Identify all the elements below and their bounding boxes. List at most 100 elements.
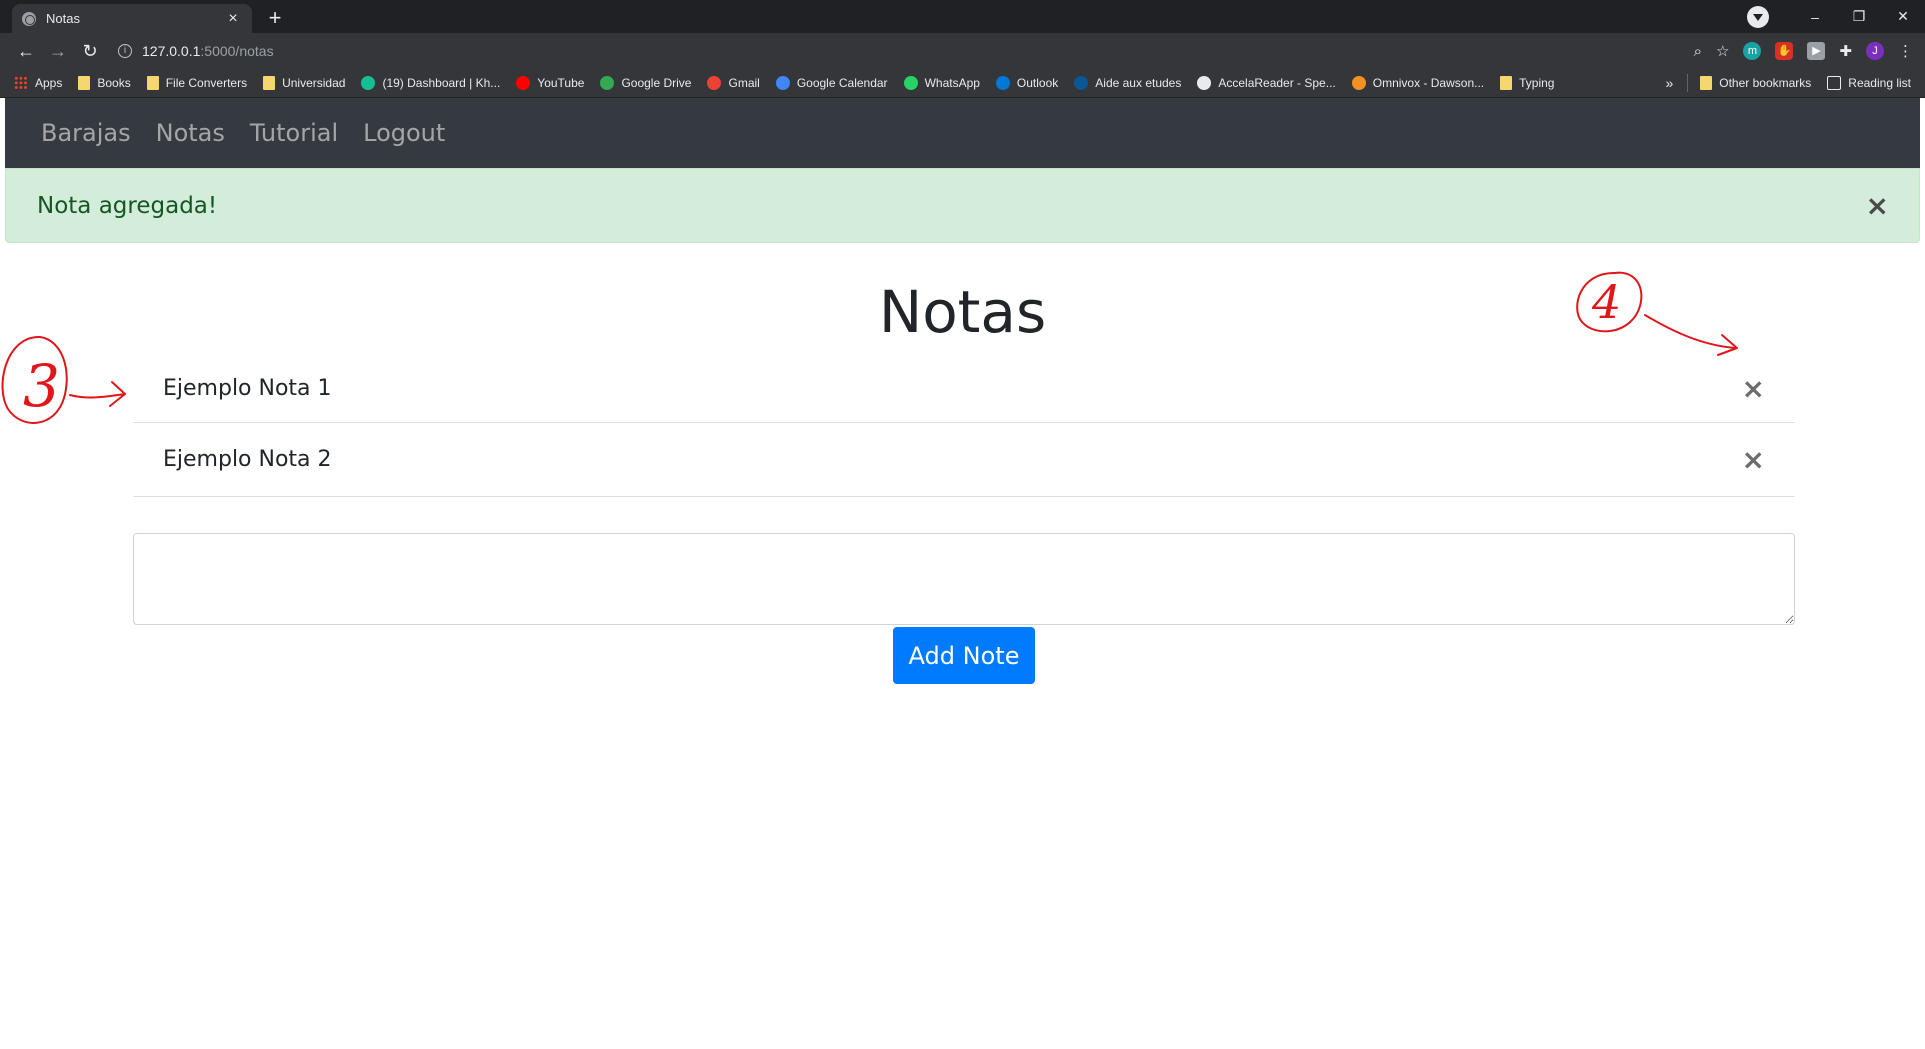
site-navbar: Barajas Notas Tutorial Logout <box>5 98 1920 168</box>
browser-tab[interactable]: Notas × <box>12 4 252 33</box>
bookmark-label: Outlook <box>1016 76 1059 90</box>
extensions-puzzle-icon[interactable]: ✚ <box>1839 42 1852 60</box>
drive-icon <box>600 76 615 90</box>
zoom-icon[interactable]: ⌕ <box>1694 43 1702 60</box>
menu-kebab-icon[interactable]: ⋮ <box>1898 42 1913 60</box>
bookmark-label: YouTube <box>537 76 585 90</box>
bookmark-item[interactable]: Apps <box>14 76 62 90</box>
tab-search-icon[interactable] <box>1747 5 1769 28</box>
bookmark-label: Books <box>97 76 131 90</box>
reading-list-label: Reading list <box>1848 76 1911 90</box>
note-item: Ejemplo Nota 1 × <box>133 355 1795 423</box>
whatsapp-icon <box>903 76 918 90</box>
bookmark-label: Typing <box>1519 76 1555 90</box>
url-host: 127.0.0.1 <box>142 43 201 59</box>
window-close-button[interactable]: ✕ <box>1881 8 1925 25</box>
add-note-button[interactable]: Add Note <box>893 627 1035 684</box>
khan-icon <box>361 76 376 90</box>
bookmark-label: AccelaReader - Spe... <box>1218 76 1336 90</box>
toolbar-actions: ⌕ ☆ m ✋ ▶ ✚ J ⋮ <box>1694 42 1913 60</box>
outlook-icon <box>995 76 1010 90</box>
bookmark-item[interactable]: Aide aux etudes <box>1074 76 1181 90</box>
window-controls: – ❐ ✕ <box>1747 0 1925 33</box>
page-viewport: Barajas Notas Tutorial Logout Nota agreg… <box>0 98 1925 1049</box>
browser-toolbar: ← → ↻ i 127.0.0.1 :5000/notas ⌕ ☆ m ✋ ▶ … <box>0 33 1925 69</box>
accelareader-icon <box>1197 76 1212 90</box>
delete-note-icon[interactable]: × <box>1742 374 1765 403</box>
delete-note-icon[interactable]: × <box>1742 445 1765 474</box>
folder-icon <box>78 76 91 90</box>
back-icon[interactable]: ← <box>12 41 40 62</box>
bookmark-label: Google Calendar <box>796 76 888 90</box>
bookmark-item[interactable]: Typing <box>1500 76 1554 90</box>
folder-icon <box>263 76 276 90</box>
bookmark-item[interactable]: Universidad <box>263 76 345 90</box>
profile-avatar[interactable]: J <box>1866 42 1884 60</box>
omnivox-icon <box>1351 76 1366 90</box>
bookmark-label: Gmail <box>728 76 760 90</box>
bookmark-item[interactable]: WhatsApp <box>903 76 980 90</box>
restore-button[interactable]: ❐ <box>1837 8 1881 25</box>
calendar-icon <box>775 76 790 90</box>
bookmark-label: (19) Dashboard | Kh... <box>382 76 501 90</box>
nav-link-notas[interactable]: Notas <box>156 119 225 147</box>
tab-title: Notas <box>46 11 80 26</box>
bookmark-item[interactable]: YouTube <box>516 76 584 90</box>
note-text: Ejemplo Nota 2 <box>163 447 332 472</box>
annotation-circle-3 <box>1 335 68 424</box>
extension-hand-icon[interactable]: ✋ <box>1775 42 1794 60</box>
note-text: Ejemplo Nota 1 <box>163 376 332 401</box>
bookmark-item[interactable]: Google Drive <box>600 76 691 90</box>
apps-grid-icon <box>14 76 28 90</box>
reading-list-button[interactable]: Reading list <box>1827 76 1911 90</box>
nav-link-barajas[interactable]: Barajas <box>41 119 131 147</box>
reload-icon[interactable]: ↻ <box>76 41 104 62</box>
tab-close-icon[interactable]: × <box>224 10 242 28</box>
annotation-number-3: 3 <box>23 352 60 420</box>
bookmark-star-icon[interactable]: ☆ <box>1716 42 1729 60</box>
globe-icon <box>22 11 36 26</box>
bookmark-label: Universidad <box>282 76 346 90</box>
url-path: :5000/notas <box>200 43 274 59</box>
note-form: Add Note <box>133 533 1795 684</box>
browser-tabstrip: Notas × + – ❐ ✕ <box>0 0 1925 33</box>
forward-icon[interactable]: → <box>44 41 72 62</box>
bookmark-label: File Converters <box>165 76 248 90</box>
bookmark-item[interactable]: (19) Dashboard | Kh... <box>361 76 500 90</box>
folder-icon <box>1700 76 1713 90</box>
bookmark-item[interactable]: Google Calendar <box>775 76 888 90</box>
site-info-icon[interactable]: i <box>118 44 132 58</box>
bookmark-item[interactable]: File Converters <box>146 76 248 90</box>
alert-message: Nota agregada! <box>37 192 218 219</box>
bookmark-label: Omnivox - Dawson... <box>1372 76 1485 90</box>
quebec-icon <box>1074 76 1089 90</box>
note-textarea[interactable] <box>133 533 1795 625</box>
bookmark-label: Google Drive <box>621 76 692 90</box>
bookmark-item[interactable]: Books <box>78 76 131 90</box>
minimize-button[interactable]: – <box>1793 9 1837 25</box>
success-alert: Nota agregada! × <box>5 168 1920 243</box>
address-bar[interactable]: i 127.0.0.1 :5000/notas <box>118 37 1694 65</box>
bookmark-item[interactable]: AccelaReader - Spe... <box>1197 76 1336 90</box>
alert-close-icon[interactable]: × <box>1866 191 1889 220</box>
bookmark-item[interactable]: Gmail <box>707 76 760 90</box>
bookmark-label: Other bookmarks <box>1719 76 1812 90</box>
gmail-icon <box>707 76 722 90</box>
notes-list: Ejemplo Nota 1 × Ejemplo Nota 2 × <box>133 355 1795 497</box>
extension-m-icon[interactable]: m <box>1743 42 1762 60</box>
new-tab-button[interactable]: + <box>262 6 288 32</box>
extension-play-icon[interactable]: ▶ <box>1807 42 1826 60</box>
reading-list-icon <box>1827 76 1842 90</box>
bookmark-label: Apps <box>35 76 63 90</box>
nav-link-logout[interactable]: Logout <box>363 119 445 147</box>
folder-icon <box>1500 76 1513 90</box>
bookmarks-bar: Apps Books File Converters Universidad (19) … <box>0 69 1925 98</box>
bookmark-other[interactable]: Other bookmarks <box>1700 76 1811 90</box>
bookmarks-overflow-icon[interactable]: » <box>1665 75 1673 91</box>
note-item: Ejemplo Nota 2 × <box>133 423 1795 497</box>
page-title: Notas <box>878 278 1047 346</box>
bookmark-item[interactable]: Omnivox - Dawson... <box>1351 76 1485 90</box>
bookmark-item[interactable]: Outlook <box>995 76 1059 90</box>
nav-link-tutorial[interactable]: Tutorial <box>250 119 338 147</box>
annotation-arrow-3 <box>69 381 126 407</box>
